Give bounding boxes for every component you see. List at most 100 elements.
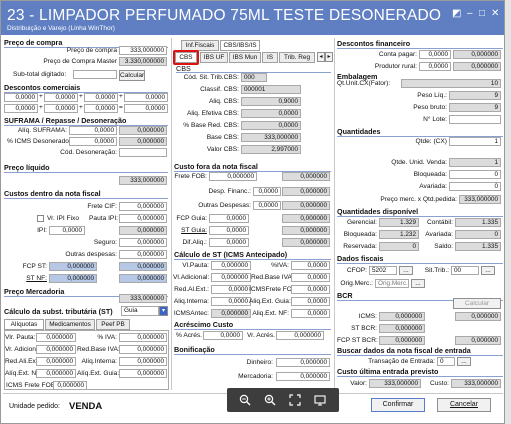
pct-iva-st-input[interactable]: 0,0000 <box>291 261 330 270</box>
section-suframa: SUFRAMA / Repasse / Desoneração <box>4 116 127 125</box>
aliq-interna-input[interactable]: 0,000000 <box>119 357 167 366</box>
sit-trib-lookup-button[interactable]: ... <box>481 266 495 275</box>
desconto-input[interactable]: 0,0000 <box>4 93 38 102</box>
icms-desonerado-input[interactable]: 0,0000 <box>69 137 117 146</box>
zoom-out-icon[interactable] <box>239 394 251 409</box>
frete-fob-label: Frete FOB: <box>174 173 207 180</box>
transacao-lookup-button[interactable]: ... <box>457 357 471 366</box>
preco-compra-input[interactable]: 333,000000 <box>119 46 167 55</box>
cfop-input[interactable]: 5202 <box>369 266 397 275</box>
vl-adicional-label: Vl.Adicional: <box>173 274 210 281</box>
st-mode-select[interactable]: Guia <box>121 306 159 316</box>
calcular-button[interactable]: Calcular <box>119 70 145 81</box>
section-descontos-comerciais: Descontos comerciais <box>4 83 81 92</box>
confirmar-button[interactable]: Confirmar <box>371 398 425 412</box>
pct-acres-label: % Acrés. <box>176 332 203 339</box>
aliq-suframa-input[interactable]: 0,0000 <box>69 126 117 135</box>
desconto-input[interactable]: 0,0000 <box>84 104 118 113</box>
desconto-input[interactable]: 0,0000 <box>84 93 118 102</box>
st-guia-input[interactable]: 0,0000 <box>209 226 249 235</box>
aliq-ext-nf-st-input[interactable]: 0,0000 <box>291 309 330 318</box>
base-red-cbs-field: 0,0000 <box>241 121 301 130</box>
pct-acres-input[interactable]: 0,0000 <box>203 331 243 340</box>
fullscreen-icon[interactable] <box>289 394 301 409</box>
vr-acres-input[interactable]: 0,000000 <box>276 331 324 340</box>
vl-pauta-input[interactable]: 0,000000 <box>211 261 251 270</box>
cod-desoneracao-input[interactable] <box>119 148 167 157</box>
outras-despesas-fora-input[interactable]: 0,0000 <box>253 201 281 210</box>
conta-pagar-input[interactable]: 0,0000 <box>419 50 451 59</box>
red-base-iva-st-input[interactable]: 0,0000 <box>291 273 330 282</box>
dif-aliq-value: 0,000000 <box>282 238 330 247</box>
pct-iva-input[interactable]: 0,000000 <box>119 333 167 342</box>
frete-cif-input[interactable]: 0,000000 <box>119 202 167 211</box>
icms-frete-fob-input[interactable]: 0,000000 <box>53 381 87 390</box>
cancelar-button[interactable]: Cancelar <box>437 398 491 412</box>
transacao-entrada-input[interactable]: 0 <box>437 357 455 366</box>
tab-scroll-right-icon[interactable]: ▸ <box>325 52 333 62</box>
red-aliext-input[interactable]: 0,000000 <box>36 357 76 366</box>
vr-adicional-input[interactable]: 0,000000 <box>36 345 76 354</box>
cfop-lookup-button[interactable]: ... <box>399 266 413 275</box>
outras-despesas-input[interactable]: 0,000000 <box>119 250 167 259</box>
st-guia-label[interactable]: ST Guia: <box>173 227 207 234</box>
pauta-ipi-input[interactable]: 0,000000 <box>119 214 167 223</box>
tab-aliquotas[interactable]: Alíquotas <box>4 319 44 330</box>
produtor-rural-input[interactable]: 0,0000 <box>419 62 451 71</box>
frete-fob-input[interactable]: 0,000000 <box>209 172 257 181</box>
tab-is[interactable]: IS <box>262 52 278 63</box>
dif-aliq-label: Dif.Aliq.: <box>182 239 207 246</box>
tab-scroll-left-icon[interactable]: ◂ <box>317 52 325 62</box>
tab-ibs-uf[interactable]: IBS UF <box>200 52 228 63</box>
minimize-icon[interactable]: ‒ <box>467 9 473 19</box>
mercadoria-input[interactable]: 0,000000 <box>276 372 330 381</box>
zoom-in-icon[interactable] <box>264 394 276 409</box>
seguro-input[interactable]: 0,000000 <box>119 238 167 247</box>
aliq-ext-guia-st-input[interactable]: 0,0000 <box>291 297 330 306</box>
vl-adicional-input[interactable]: 0,000000 <box>211 273 251 282</box>
vr-pauta-input[interactable]: 0,000000 <box>36 333 76 342</box>
subtotal-label: Sub-total digitado: <box>13 71 67 78</box>
desp-financ-input[interactable]: 0,0000 <box>253 187 281 196</box>
tab-peef-pb[interactable]: Peef PB <box>96 319 130 330</box>
orig-merc-lookup-button[interactable]: ... <box>411 279 425 288</box>
vr-ipi-fixo-checkbox[interactable] <box>37 215 44 222</box>
ipi-pct-input[interactable]: 0,0000 <box>49 226 85 235</box>
aliq-ext-guia-input[interactable]: 0,000000 <box>119 369 167 378</box>
restore-icon[interactable]: ◩ <box>452 9 461 19</box>
aliq-ext-nf-input[interactable]: 0,000000 <box>36 369 76 378</box>
desconto-input[interactable]: 0,0000 <box>124 93 168 102</box>
bcr-calcular-button[interactable]: Calcular <box>453 298 501 309</box>
tab-cbs-ibs-is[interactable]: CBS/IBS/IS <box>220 40 260 51</box>
icms-frete-fob-st-label: ICMSFrete FOB: <box>249 286 299 293</box>
orig-merc-input[interactable]: Orig.Merc. <box>375 279 409 288</box>
desconto-input[interactable]: 0,0000 <box>44 104 78 113</box>
tab-ibs-mun[interactable]: IBS Mun <box>229 52 261 63</box>
aliq-efetiva-cbs-field: 0,0000 <box>241 109 301 118</box>
desconto-input[interactable]: 0,0000 <box>44 93 78 102</box>
qtde-avariada-input[interactable]: 0 <box>449 182 501 191</box>
st-nf-label[interactable]: ST NF: <box>7 275 47 282</box>
dif-aliq-input[interactable]: 0,0000 <box>209 238 249 247</box>
tab-medicamentos[interactable]: Medicamentos <box>45 319 95 330</box>
qtde-avariada-label: Avariada: <box>419 183 447 190</box>
red-base-iva-input[interactable]: 0,000000 <box>119 345 167 354</box>
sit-trib-input[interactable]: 00 <box>451 266 479 275</box>
classif-cbs-field: 000001 <box>241 85 301 94</box>
lote-input[interactable] <box>449 115 501 124</box>
dinheiro-input[interactable]: 0,000000 <box>276 358 330 367</box>
aliq-interna-st-input[interactable]: 0,0000 <box>211 297 251 306</box>
screenshot-icon[interactable] <box>314 394 326 409</box>
qtde-bloqueada-input[interactable]: 0 <box>449 170 501 179</box>
fcp-guia-input[interactable]: 0,0000 <box>209 214 249 223</box>
icms-frete-fob-st-input[interactable]: 0,0000 <box>291 285 330 294</box>
subtotal-input[interactable] <box>73 70 117 79</box>
tab-trib-reg[interactable]: Trib. Reg <box>279 52 315 63</box>
maximize-icon[interactable]: □ <box>479 9 485 19</box>
select-chevron-down-icon[interactable]: ▾ <box>159 306 168 316</box>
cod-sit-trib-cbs-field: 000 <box>241 73 267 82</box>
close-icon[interactable]: ✕ <box>491 9 499 19</box>
desconto-input[interactable]: 0,0000 <box>4 104 38 113</box>
red-al-ext-input[interactable]: 0,0000 <box>211 285 251 294</box>
qtde-cx-input[interactable]: 1 <box>449 137 501 146</box>
